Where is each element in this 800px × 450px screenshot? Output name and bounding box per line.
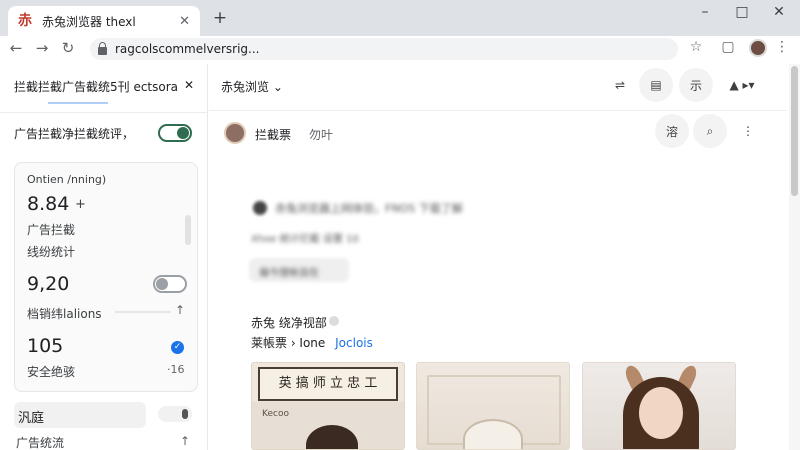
adblock-toggle-label: 广告拦截净拦截统评， <box>14 126 135 141</box>
reload-icon[interactable]: ↻ <box>58 39 78 57</box>
blurred-button-label: 偏今搜帐自在 <box>259 268 319 279</box>
blurred-text-2: Xhoe 统计拦截 设置 10 <box>251 234 359 245</box>
window-minimize-button[interactable]: – <box>690 4 720 20</box>
tab-strip: 赤 赤兔浏览器 thexl ✕ + – □ ✕ <box>0 0 800 36</box>
image-tile-3[interactable] <box>582 362 736 450</box>
search-icon[interactable]: ⌕ <box>693 114 727 148</box>
sort-icon[interactable]: ⇌ <box>603 68 637 102</box>
profile-name[interactable]: 拦截票 <box>255 126 291 143</box>
window-maximize-button[interactable]: □ <box>727 4 757 20</box>
sidepanel-last-label: 广告统流 <box>16 436 65 450</box>
side-panel-tab-indicator <box>48 102 108 104</box>
stat-small-number: ·16 <box>167 363 185 376</box>
section-title: 赤兔 绕净视部 <box>251 316 327 330</box>
stat-toggle[interactable] <box>153 275 187 293</box>
stat-label-4: 档销纬lalions <box>27 307 102 321</box>
tab-close-icon[interactable]: ✕ <box>179 14 190 29</box>
stat-label-3: 线纷统计 <box>27 245 76 259</box>
toggle-knob <box>177 127 189 139</box>
face <box>639 387 683 439</box>
profile-tag: 勿叶 <box>309 128 334 142</box>
browser-tab[interactable]: 赤 赤兔浏览器 thexl ✕ <box>8 6 200 36</box>
stat-value-1: 8.84 <box>27 193 70 215</box>
scrollbar-thumb[interactable] <box>791 66 798 196</box>
new-tab-button[interactable]: + <box>210 8 230 28</box>
blurred-avatar <box>253 201 267 215</box>
sidepanel-bottom-item[interactable]: 汎庭 <box>14 402 146 428</box>
stats-card-label: Ontien /nning) <box>27 173 107 186</box>
profile-avatar-icon[interactable] <box>749 39 767 57</box>
list-view-icon[interactable]: ▤ <box>639 68 673 102</box>
back-arrow-icon[interactable]: ← <box>6 39 26 57</box>
adblock-toggle[interactable] <box>158 124 192 142</box>
side-panel: 拦截拦截广告截统5刊 ectsora ✕ 广告拦截净拦截统评， Ontien /… <box>0 64 208 450</box>
window-close-button[interactable]: ✕ <box>764 4 794 20</box>
page-title[interactable]: 赤兔浏览 ⌄ <box>221 78 283 95</box>
browser-menu-icon[interactable]: ⋮ <box>772 39 792 55</box>
side-panel-title: 拦截拦截广告截统5刊 ectsora <box>14 80 179 94</box>
page-title-text: 赤兔浏览 <box>221 80 270 94</box>
section-subtitle-text: 莱帳票 › Ione <box>251 336 326 350</box>
sidepanel-bottom-toggle[interactable] <box>158 406 192 422</box>
bookmark-star-icon[interactable]: ☆ <box>686 39 706 55</box>
more-vert-icon[interactable]: ⋮ <box>731 114 765 148</box>
arrow-up-icon[interactable]: ↑ <box>180 434 190 448</box>
vertical-scrollbar[interactable] <box>789 64 800 450</box>
arrow-up-icon[interactable]: ↑ <box>175 303 185 317</box>
section-dot <box>329 316 339 326</box>
more-options-button[interactable]: ▲ ▸▾ <box>719 68 765 102</box>
side-panel-close-icon[interactable]: ✕ <box>184 78 194 95</box>
stat-value-1-suffix: + <box>75 197 86 212</box>
address-bar[interactable]: ragcolscommelversrig... <box>90 38 678 60</box>
divider <box>0 112 208 113</box>
stats-card: Ontien /nning) 8.84 + 广告拦截 线纷统计 9,20 档销纬… <box>14 162 198 392</box>
stat-label-5: 安全绝骇 <box>27 365 76 379</box>
image-tile-1[interactable]: 英 搞 师 立 忠 工 Kecoo <box>251 362 405 450</box>
section-subtitle: 莱帳票 › Ione Joclois <box>251 334 373 351</box>
sign-text: 英 搞 师 立 忠 工 <box>258 367 398 401</box>
section-link[interactable]: Joclois <box>335 336 373 350</box>
divider <box>209 110 787 111</box>
chevron-down-icon: ⌄ <box>272 80 283 94</box>
stat-value-3: 105 <box>27 335 64 357</box>
card-scroll-indicator <box>185 215 191 245</box>
toggle-knob <box>156 278 168 290</box>
side-panel-icon[interactable]: ▢ <box>718 39 738 55</box>
filter-button[interactable]: 溶 <box>655 114 689 148</box>
display-icon[interactable]: 示 <box>679 68 713 102</box>
blurred-text-1: 赤兔浏览器上网体验，FNOS 下载了解 <box>275 202 463 215</box>
stat-value-2: 9,20 <box>27 273 70 295</box>
browser-toolbar: ← → ↻ ragcolscommelversrig... ☆ ▢ ⋮ <box>0 36 800 62</box>
stat-label-2: 广告拦截 <box>27 223 76 237</box>
person-head <box>306 425 358 449</box>
tab-title: 赤兔浏览器 thexl <box>42 14 136 29</box>
profile-avatar[interactable] <box>224 122 246 144</box>
tab-favicon-icon: 赤 <box>18 13 32 29</box>
image-tile-2[interactable] <box>416 362 570 450</box>
sign-subtext: Kecoo <box>262 409 289 419</box>
check-icon: ✓ <box>171 341 184 354</box>
lock-icon <box>98 42 107 55</box>
forward-arrow-icon[interactable]: → <box>32 39 52 57</box>
stat-bar <box>115 311 171 313</box>
url-text: ragcolscommelversrig... <box>115 42 260 56</box>
main-content: 赤兔浏览 ⌄ ⇌ ▤ 示 ▲ ▸▾ 拦截票 勿叶 溶 ⌕ ⋮ 赤兔浏览器上网体验… <box>209 64 787 450</box>
